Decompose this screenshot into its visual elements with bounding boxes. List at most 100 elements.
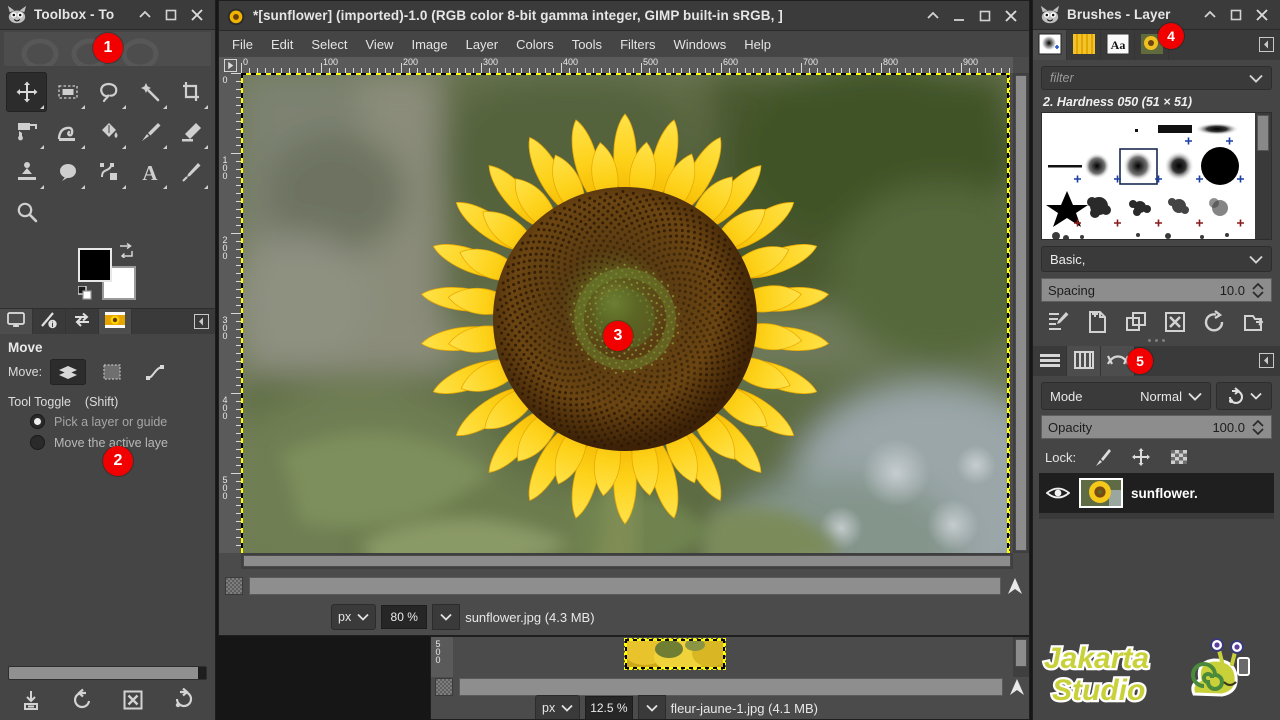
move-tool[interactable] <box>6 72 47 112</box>
tab-undo-history[interactable] <box>66 309 99 334</box>
quick-mask-toggle-2[interactable] <box>435 678 453 696</box>
move-path-mode-button[interactable] <box>138 359 174 385</box>
menu-edit[interactable]: Edit <box>262 34 302 55</box>
zoom-input[interactable]: 80 % <box>381 605 428 629</box>
unit-select[interactable]: px <box>331 604 377 630</box>
new-brush-icon[interactable] <box>1085 310 1111 334</box>
menu-windows[interactable]: Windows <box>664 34 735 55</box>
lock-pixels-icon[interactable] <box>1092 447 1114 467</box>
menu-select[interactable]: Select <box>302 34 356 55</box>
menu-view[interactable]: View <box>357 34 403 55</box>
spacing-stepper[interactable] <box>1251 282 1265 298</box>
crop-tool[interactable] <box>170 72 211 112</box>
canvas-2-vertical-scrollbar[interactable] <box>1013 637 1029 677</box>
menu-tools[interactable]: Tools <box>563 34 611 55</box>
canvas-horizontal-scrollbar[interactable] <box>241 553 1013 569</box>
quick-mask-toggle[interactable] <box>225 577 243 595</box>
opacity-stepper[interactable] <box>1251 419 1265 435</box>
move-layer-mode-button[interactable] <box>50 359 87 385</box>
opacity-slider[interactable]: Opacity 100.0 <box>1041 415 1272 439</box>
close-icon[interactable] <box>189 7 205 23</box>
collapse-icon[interactable] <box>137 7 153 23</box>
save-tool-options-icon[interactable] <box>19 688 43 712</box>
restore-tool-options-icon[interactable] <box>70 688 94 712</box>
color-picker-tool[interactable] <box>170 152 211 192</box>
tab-patterns[interactable] <box>1067 30 1101 60</box>
delete-brush-icon[interactable] <box>1163 310 1189 334</box>
lock-position-icon[interactable] <box>1130 447 1152 467</box>
paintbrush-tool[interactable] <box>129 112 170 152</box>
duplicate-brush-icon[interactable] <box>1124 310 1150 334</box>
zoom-input-2[interactable]: 12.5 % <box>585 696 633 719</box>
tab-layers[interactable] <box>1033 346 1067 376</box>
radio-pick-layer-row[interactable]: Pick a layer or guide <box>0 411 215 432</box>
layers-dock-menu-button[interactable] <box>1259 353 1274 368</box>
refresh-brushes-icon[interactable] <box>1202 310 1228 334</box>
menu-image[interactable]: Image <box>402 34 456 55</box>
layer-mode-select[interactable]: Mode Normal <box>1041 382 1211 410</box>
tab-fonts[interactable]: Aa <box>1101 30 1135 60</box>
paths-tool[interactable] <box>88 152 129 192</box>
menu-layer[interactable]: Layer <box>457 34 508 55</box>
swap-colors-icon[interactable] <box>118 242 134 259</box>
vertical-ruler[interactable]: 0100200300400500600 <box>219 73 241 553</box>
ruler-origin-button[interactable] <box>219 57 241 73</box>
canvas[interactable] <box>241 73 1013 553</box>
fleur-jaune-image[interactable] <box>623 637 728 673</box>
clone-tool[interactable] <box>6 152 47 192</box>
fuzzy-select-tool[interactable] <box>129 72 170 112</box>
free-select-tool[interactable] <box>88 72 129 112</box>
tab-tool-options[interactable] <box>0 309 33 334</box>
canvas-2[interactable] <box>453 637 1013 673</box>
layer-blend-space-select[interactable] <box>1216 382 1272 410</box>
spacing-slider[interactable]: Spacing 10.0 <box>1041 278 1272 302</box>
brushes-dock-menu-button[interactable] <box>1259 37 1274 52</box>
layer-row-sunflower[interactable]: sunflower. <box>1039 473 1274 513</box>
collapse-icon[interactable] <box>1202 7 1218 23</box>
lock-alpha-icon[interactable] <box>1168 447 1190 467</box>
tab-channels[interactable] <box>1067 346 1101 376</box>
horizontal-ruler[interactable]: 0 100 200 300 400 500 600 700 800 900 <box>241 57 1013 73</box>
maximize-icon[interactable] <box>1228 7 1244 23</box>
brush-grid-scrollbar[interactable] <box>1255 113 1271 239</box>
dock-menu-button[interactable] <box>194 314 209 329</box>
reset-tool-options-icon[interactable] <box>172 687 196 712</box>
reset-colors-icon[interactable] <box>77 285 92 300</box>
navigation-preview-button[interactable] <box>1007 577 1023 595</box>
unit-select-2[interactable]: px <box>535 695 581 719</box>
tab-images[interactable] <box>99 309 132 334</box>
bucket-fill-tool[interactable] <box>88 112 129 152</box>
navigation-preview-button-2[interactable] <box>1009 678 1025 696</box>
eraser-tool[interactable] <box>170 112 211 152</box>
zoom-select[interactable] <box>432 604 461 630</box>
delete-tool-options-icon[interactable] <box>121 688 145 712</box>
sunflower-image[interactable] <box>241 73 1010 553</box>
maximize-icon[interactable] <box>163 7 179 23</box>
tab-device-status[interactable]: i <box>33 309 66 334</box>
brush-tag-select[interactable]: Basic, <box>1041 246 1272 272</box>
radio-pick-layer[interactable] <box>30 414 45 429</box>
canvas-vertical-scrollbar[interactable] <box>1013 73 1029 553</box>
tool-options-scrollbar[interactable] <box>8 666 207 680</box>
maximize-icon[interactable] <box>977 8 993 24</box>
tab-brushes[interactable] <box>1033 30 1067 60</box>
brush-grid[interactable] <box>1042 113 1255 239</box>
menu-file[interactable]: File <box>223 34 262 55</box>
dock-separator-grip[interactable] <box>1033 334 1280 346</box>
menu-colors[interactable]: Colors <box>507 34 563 55</box>
close-icon[interactable] <box>1254 7 1270 23</box>
smudge-tool[interactable] <box>47 152 88 192</box>
close-icon[interactable] <box>1003 8 1019 24</box>
warp-transform-tool[interactable] <box>47 112 88 152</box>
layer-visibility-toggle[interactable] <box>1045 485 1071 501</box>
minimize-icon[interactable] <box>951 8 967 24</box>
vertical-ruler-2[interactable]: 50 0 <box>431 637 453 677</box>
menu-help[interactable]: Help <box>735 34 780 55</box>
zoom-tool[interactable] <box>6 192 47 232</box>
zoom-select-2[interactable] <box>637 695 666 719</box>
move-selection-mode-button[interactable] <box>94 359 130 385</box>
edit-brush-icon[interactable] <box>1046 310 1072 334</box>
unified-transform-tool[interactable] <box>6 112 47 152</box>
foreground-color-swatch[interactable] <box>78 248 112 282</box>
text-tool[interactable]: A <box>129 152 170 192</box>
